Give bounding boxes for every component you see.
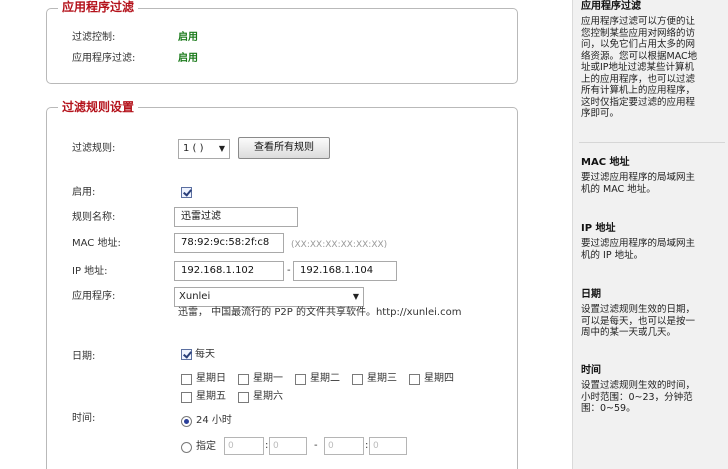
- mac-format-hint: (XX:XX:XX:XX:XX:XX): [291, 240, 388, 250]
- app-label: 应用程序:: [72, 291, 116, 302]
- app-select[interactable]: Xunlei ▼: [174, 287, 364, 307]
- chevron-down-icon: ▼: [352, 292, 359, 301]
- enable-label: 启用:: [72, 187, 96, 198]
- time-range-dash: -: [314, 440, 318, 451]
- weekday-label-fri: 星期五: [196, 391, 226, 402]
- weekday-label-sat: 星期六: [253, 391, 283, 402]
- weekday-checkbox-sun[interactable]: [181, 374, 192, 385]
- weekday-label-sun: 星期日: [196, 373, 226, 384]
- weekday-checkbox-thu[interactable]: [409, 374, 420, 385]
- mac-input[interactable]: 78:92:9c:58:2f:c8: [174, 233, 284, 253]
- app-filter-value: 启用: [178, 53, 198, 64]
- weekday-label-thu: 星期四: [424, 373, 454, 384]
- date-label: 日期:: [72, 351, 96, 362]
- weekday-checkbox-fri[interactable]: [181, 392, 192, 403]
- ip-end-input[interactable]: 192.168.1.104: [293, 261, 397, 281]
- everyday-label: 每天: [195, 349, 215, 360]
- ip-range-dash: -: [287, 265, 291, 276]
- time-24h-radio[interactable]: [181, 416, 192, 427]
- rule-settings-legend: 过滤规则设置: [58, 100, 139, 114]
- time-custom-radio[interactable]: [181, 442, 192, 453]
- everyday-checkbox[interactable]: [181, 349, 192, 360]
- app-filter-label: 应用程序过滤:: [72, 53, 136, 64]
- filter-control-label: 过滤控制:: [72, 32, 116, 43]
- start-time-colon: :: [265, 440, 269, 451]
- help-title-date: 日期: [581, 289, 601, 300]
- rules-label: 过滤规则:: [72, 143, 116, 154]
- end-time-colon: :: [365, 440, 369, 451]
- time-custom-label: 指定: [196, 441, 216, 452]
- help-title-time: 时间: [581, 365, 601, 376]
- weekday-checkbox-tue[interactable]: [295, 374, 306, 385]
- help-text-date: 设置过滤规则生效的日期， 可以是每天，也可以是按一 周中的某一天或几天。: [581, 304, 696, 338]
- help-text-ip: 要过滤应用程序的局域网主 机的 IP 地址。: [581, 238, 696, 261]
- help-text-app-filter: 应用程序过滤可以方便的让 您控制某些应用对网络的访 问，以免它们占用太多的网 络…: [581, 16, 698, 119]
- mac-label: MAC 地址:: [72, 238, 121, 249]
- weekday-checkbox-mon[interactable]: [238, 374, 249, 385]
- end-minute-input[interactable]: 0: [369, 437, 407, 455]
- help-sidebar: 应用程序过滤 应用程序过滤可以方便的让 您控制某些应用对网络的访 问，以免它们占…: [572, 0, 728, 469]
- app-select-value: Xunlei: [179, 291, 211, 302]
- weekday-label-mon: 星期一: [253, 373, 283, 384]
- weekday-checkbox-sat[interactable]: [238, 392, 249, 403]
- filter-control-value: 启用: [178, 32, 198, 43]
- app-filter-group: [46, 8, 518, 84]
- end-hour-input[interactable]: 0: [324, 437, 364, 455]
- enable-checkbox[interactable]: [181, 187, 192, 198]
- ip-label: IP 地址:: [72, 266, 108, 277]
- start-hour-input[interactable]: 0: [224, 437, 264, 455]
- chevron-down-icon: ▼: [218, 144, 225, 153]
- app-filter-legend: 应用程序过滤: [58, 0, 139, 14]
- rule-name-input[interactable]: 迅雷过滤: [174, 207, 298, 227]
- time-24h-label: 24 小时: [196, 415, 232, 426]
- rules-select[interactable]: 1 ( ) ▼: [178, 139, 230, 159]
- rules-select-value: 1 ( ): [183, 143, 204, 154]
- ip-start-input[interactable]: 192.168.1.102: [174, 261, 284, 281]
- help-title-app-filter: 应用程序过滤: [581, 1, 641, 12]
- view-all-rules-button[interactable]: 查看所有规则: [238, 137, 330, 159]
- rule-name-label: 规则名称:: [72, 212, 116, 223]
- weekday-checkbox-wed[interactable]: [352, 374, 363, 385]
- weekday-label-tue: 星期二: [310, 373, 340, 384]
- time-label: 时间:: [72, 413, 96, 424]
- help-divider: [579, 142, 725, 143]
- start-minute-input[interactable]: 0: [269, 437, 307, 455]
- help-text-time: 设置过滤规则生效的时间， 小时范围：0~23，分钟范 围：0~59。: [581, 380, 696, 414]
- help-text-mac: 要过滤应用程序的局域网主 机的 MAC 地址。: [581, 172, 696, 195]
- help-title-mac: MAC 地址: [581, 157, 630, 168]
- help-title-ip: IP 地址: [581, 223, 616, 234]
- app-description: 迅雷， 中国最流行的 P2P 的文件共享软件。http://xunlei.com: [178, 307, 462, 318]
- weekday-label-wed: 星期三: [367, 373, 397, 384]
